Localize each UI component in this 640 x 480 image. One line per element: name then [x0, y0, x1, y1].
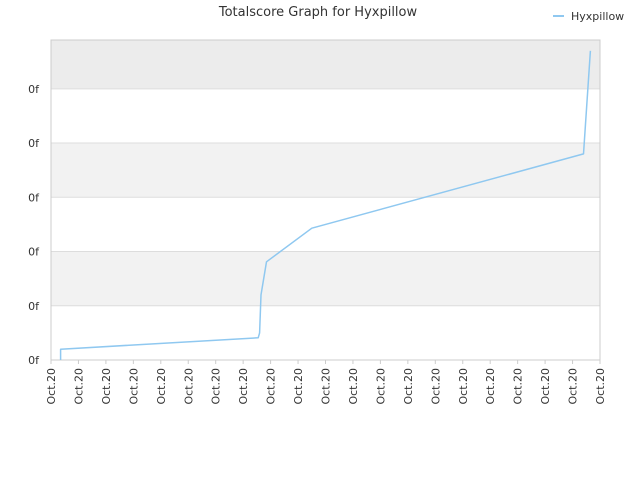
x-tick-label: Oct.20: [567, 368, 580, 405]
y-tick-label: 0f: [28, 300, 40, 313]
y-tick-label: 0f: [28, 354, 40, 367]
x-tick-label: Oct.20: [512, 368, 525, 405]
x-tick-label: Oct.20: [127, 368, 140, 405]
y-tick-label: 0f: [28, 83, 40, 96]
y-tick-label: 0f: [28, 137, 40, 150]
x-axis-ticks: Oct.20 Oct.20 Oct.20 Oct.20 Oct.20 Oct.20 Oct.…: [45, 360, 607, 405]
background-band: [51, 143, 600, 198]
x-tick-label: Oct.20: [265, 368, 278, 405]
x-tick-label: Oct.20: [347, 368, 360, 405]
x-tick-label: Oct.20: [210, 368, 223, 405]
x-tick-label: Oct.20: [45, 368, 58, 405]
x-tick-label: Oct.20: [429, 368, 442, 405]
series-group: [59, 50, 592, 360]
x-tick-label: Oct.20: [182, 368, 195, 405]
x-tick-label: Oct.20: [484, 368, 497, 405]
legend-label: Hyxpillow: [571, 10, 624, 23]
y-axis-ticks: 0f 0f 0f 0f 0f 0f: [28, 83, 40, 367]
chart: Totalscore Graph for Hyxpillow Hyxpillow…: [28, 5, 624, 405]
background-band: [51, 40, 600, 89]
x-tick-label: Oct.20: [594, 368, 607, 405]
x-tick-label: Oct.20: [402, 368, 415, 405]
x-tick-label: Oct.20: [155, 368, 168, 405]
x-tick-label: Oct.20: [457, 368, 470, 405]
x-tick-label: Oct.20: [374, 368, 387, 405]
x-tick-label: Oct.20: [100, 368, 113, 405]
legend: Hyxpillow: [553, 10, 624, 23]
y-tick-label: 0f: [28, 191, 40, 204]
x-tick-label: Oct.20: [320, 368, 333, 405]
background-band: [51, 251, 600, 306]
y-tick-label: 0f: [28, 246, 40, 259]
series-line-hyxpillow: [59, 50, 592, 360]
x-tick-label: Oct.20: [237, 368, 250, 405]
chart-title: Totalscore Graph for Hyxpillow: [218, 5, 418, 20]
x-tick-label: Oct.20: [72, 368, 85, 405]
background-bands: [51, 40, 600, 306]
x-tick-label: Oct.20: [539, 368, 552, 405]
x-tick-label: Oct.20: [292, 368, 305, 405]
